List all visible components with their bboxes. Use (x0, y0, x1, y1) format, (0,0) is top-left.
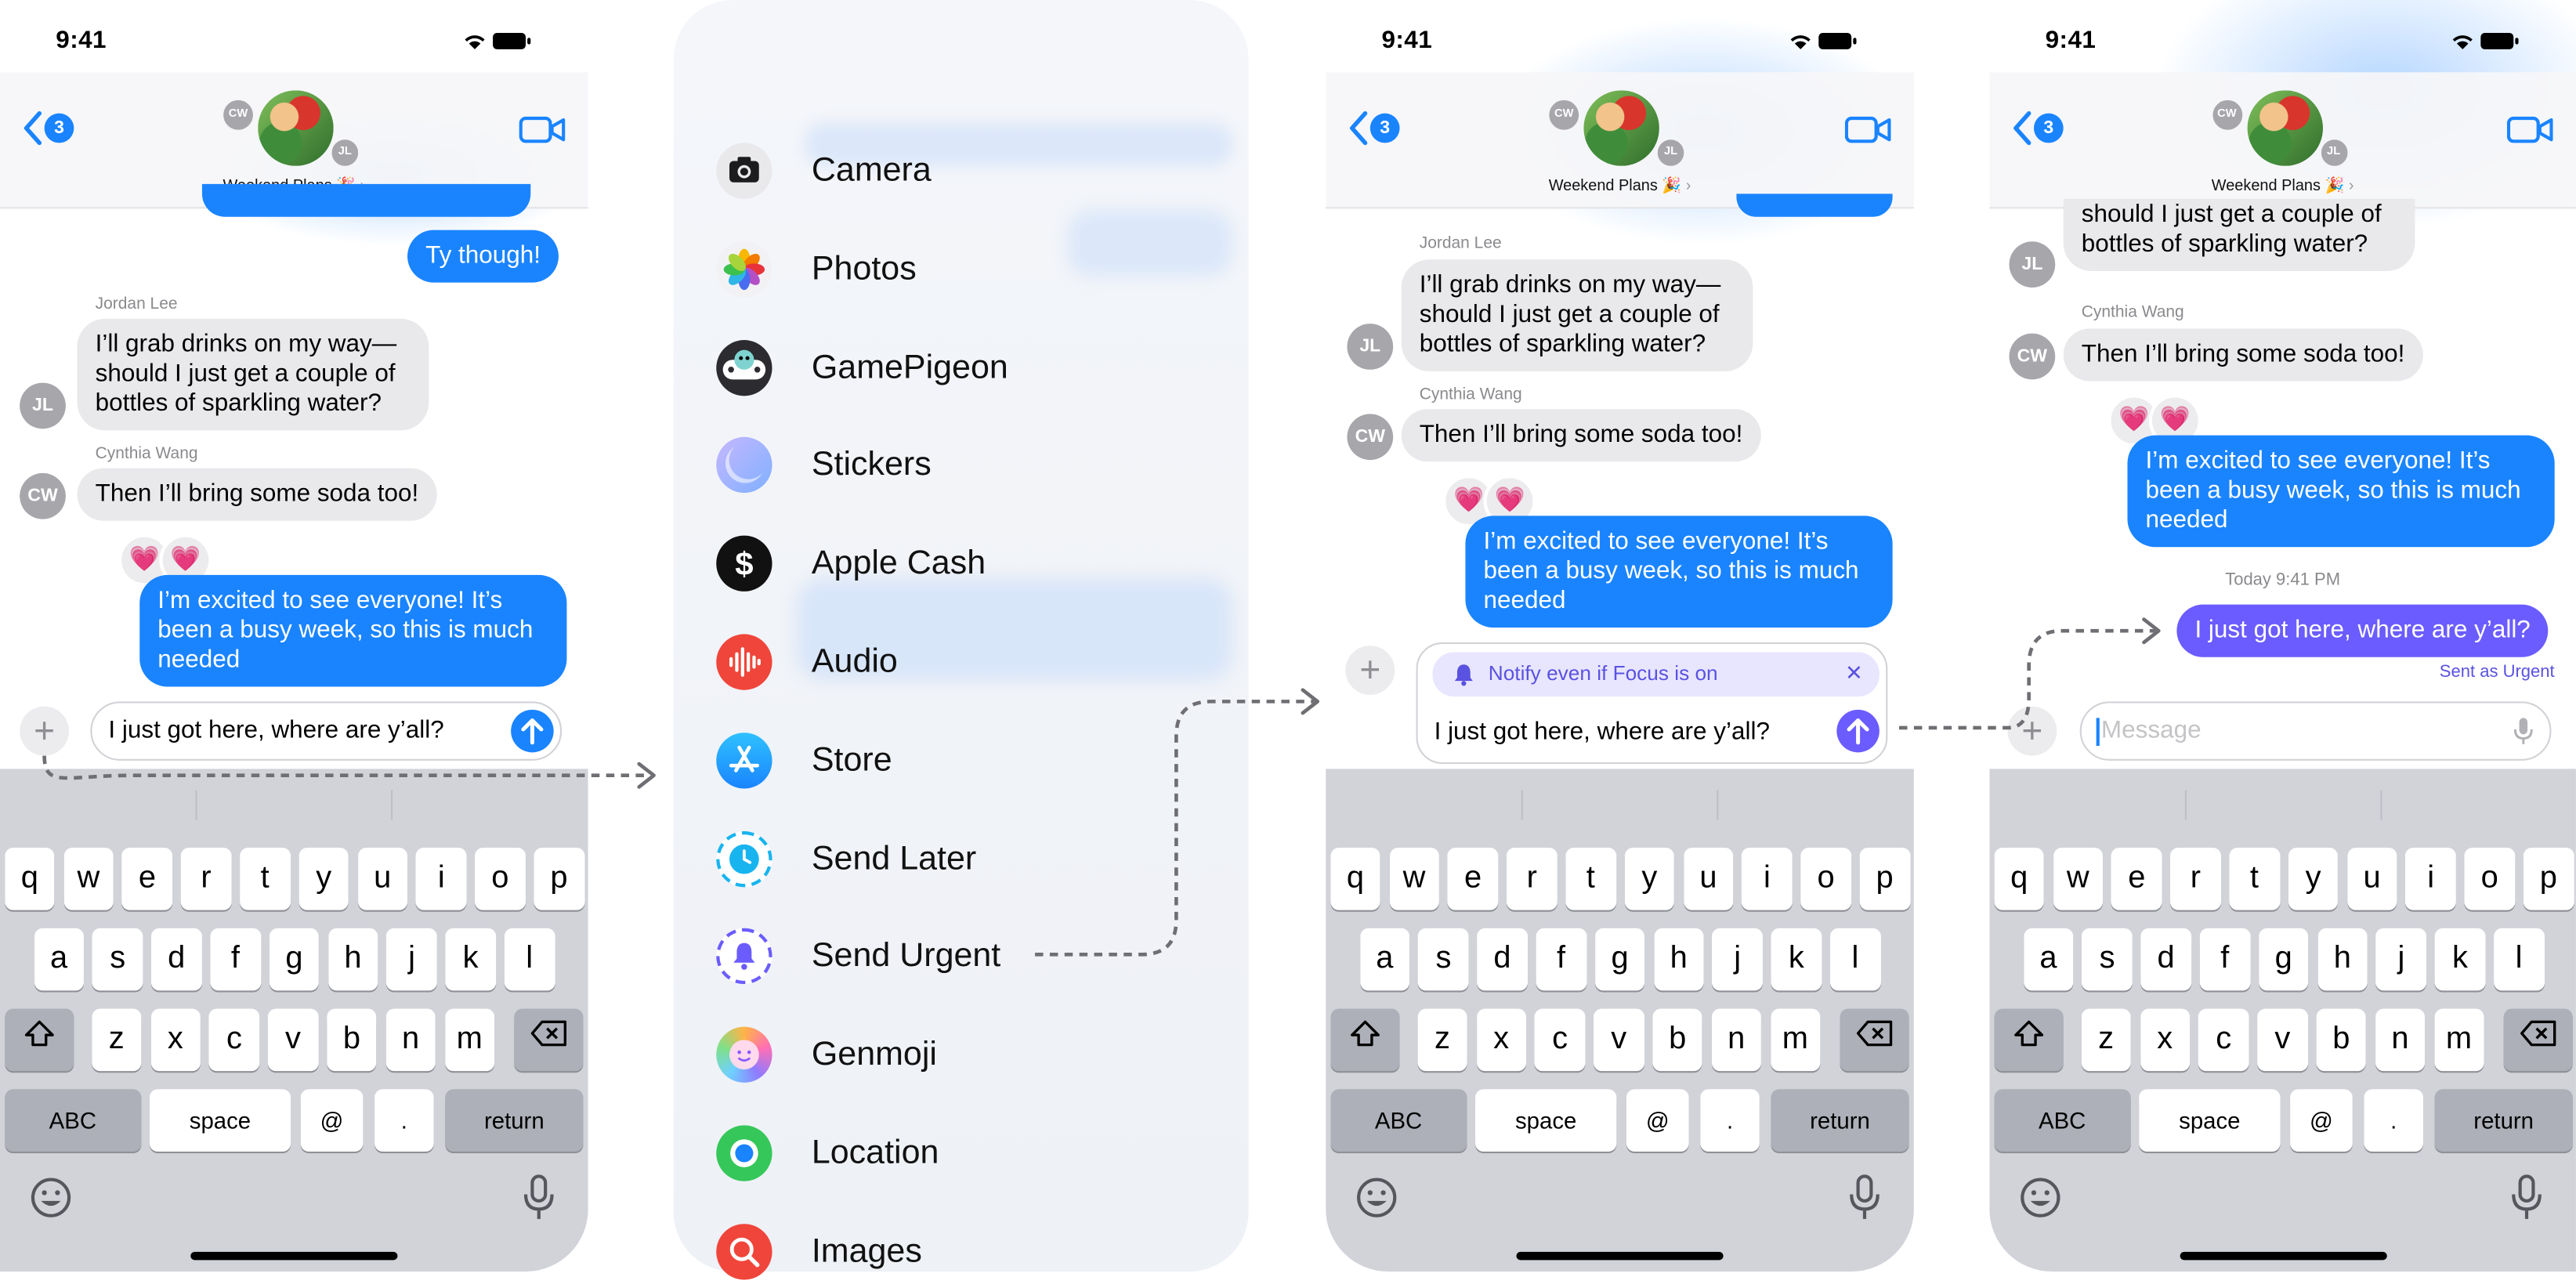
arrow-connector-1 (42, 755, 651, 780)
flow-arrows (42, 617, 2161, 957)
arrow-connector-2 (1035, 700, 1315, 957)
arrow-connector-3 (1899, 628, 2156, 730)
stage: 9:41 3 CW JL Weekend Plans 🎉 › Ty though… (0, 0, 2576, 1280)
arrowhead-icon (1301, 688, 1320, 715)
